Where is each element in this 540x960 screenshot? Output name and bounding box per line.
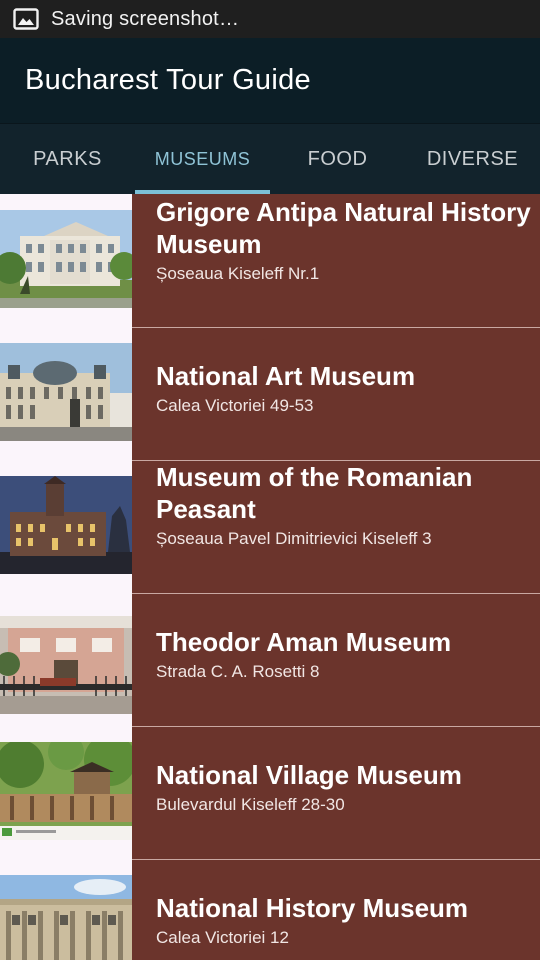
museum-photo bbox=[0, 476, 132, 574]
museum-info: Museum of the Romanian Peasant Șoseaua P… bbox=[132, 460, 540, 593]
museum-name: Museum of the Romanian Peasant bbox=[156, 462, 473, 524]
list-item[interactable]: National History Museum Calea Victoriei … bbox=[0, 859, 540, 960]
list-item[interactable]: Grigore Antipa Natural History Museum Șo… bbox=[0, 194, 540, 327]
tab-food[interactable]: FOOD bbox=[270, 124, 405, 194]
museum-info: Theodor Aman Museum Strada C. A. Rosetti… bbox=[132, 593, 540, 726]
app-title: Bucharest Tour Guide bbox=[25, 64, 311, 96]
status-text: Saving screenshot… bbox=[51, 7, 240, 30]
museum-address: Calea Victoriei 49-53 bbox=[156, 396, 314, 415]
app-bar: Bucharest Tour Guide bbox=[0, 38, 540, 124]
museum-name: National Village Museum bbox=[156, 760, 462, 790]
image-icon bbox=[13, 8, 39, 30]
museum-info: National Art Museum Calea Victoriei 49-5… bbox=[132, 327, 540, 460]
museum-address: Strada C. A. Rosetti 8 bbox=[156, 662, 320, 681]
tab-parks[interactable]: PARKS bbox=[0, 124, 135, 194]
status-bar: Saving screenshot… bbox=[0, 0, 540, 38]
museum-name: National Art Museum bbox=[156, 361, 416, 391]
thumbnail-column bbox=[0, 859, 132, 960]
list-item[interactable]: National Village Museum Bulevardul Kisel… bbox=[0, 726, 540, 859]
tab-museums[interactable]: MUSEUMS bbox=[135, 124, 270, 194]
thumbnail-column bbox=[0, 460, 132, 593]
thumbnail-column bbox=[0, 726, 132, 859]
thumbnail-column bbox=[0, 194, 132, 327]
museum-address: Calea Victoriei 12 bbox=[156, 928, 289, 947]
museum-photo bbox=[0, 616, 132, 714]
thumbnail-column bbox=[0, 593, 132, 726]
museum-info: National History Museum Calea Victoriei … bbox=[132, 859, 540, 960]
museum-name: Grigore Antipa Natural History Museum bbox=[156, 197, 531, 259]
museum-photo bbox=[0, 875, 132, 960]
tab-diverse[interactable]: DIVERSE bbox=[405, 124, 540, 194]
museum-photo bbox=[0, 742, 132, 840]
list-item[interactable]: National Art Museum Calea Victoriei 49-5… bbox=[0, 327, 540, 460]
thumbnail-column bbox=[0, 327, 132, 460]
museum-photo bbox=[0, 343, 132, 441]
museum-info: National Village Museum Bulevardul Kisel… bbox=[132, 726, 540, 859]
museum-address: Șoseaua Pavel Dimitrievici Kiseleff 3 bbox=[156, 529, 432, 548]
list-item[interactable]: Theodor Aman Museum Strada C. A. Rosetti… bbox=[0, 593, 540, 726]
museum-address: Bulevardul Kiseleff 28-30 bbox=[156, 795, 345, 814]
list-item[interactable]: Museum of the Romanian Peasant Șoseaua P… bbox=[0, 460, 540, 593]
museum-list[interactable]: Grigore Antipa Natural History Museum Șo… bbox=[0, 194, 540, 960]
museum-address: Șoseaua Kiseleff Nr.1 bbox=[156, 264, 320, 283]
museum-photo bbox=[0, 210, 132, 308]
museum-name: Theodor Aman Museum bbox=[156, 627, 452, 657]
museum-name: National History Museum bbox=[156, 893, 469, 923]
museum-info: Grigore Antipa Natural History Museum Șo… bbox=[132, 194, 540, 327]
tab-bar: PARKS MUSEUMS FOOD DIVERSE bbox=[0, 124, 540, 194]
